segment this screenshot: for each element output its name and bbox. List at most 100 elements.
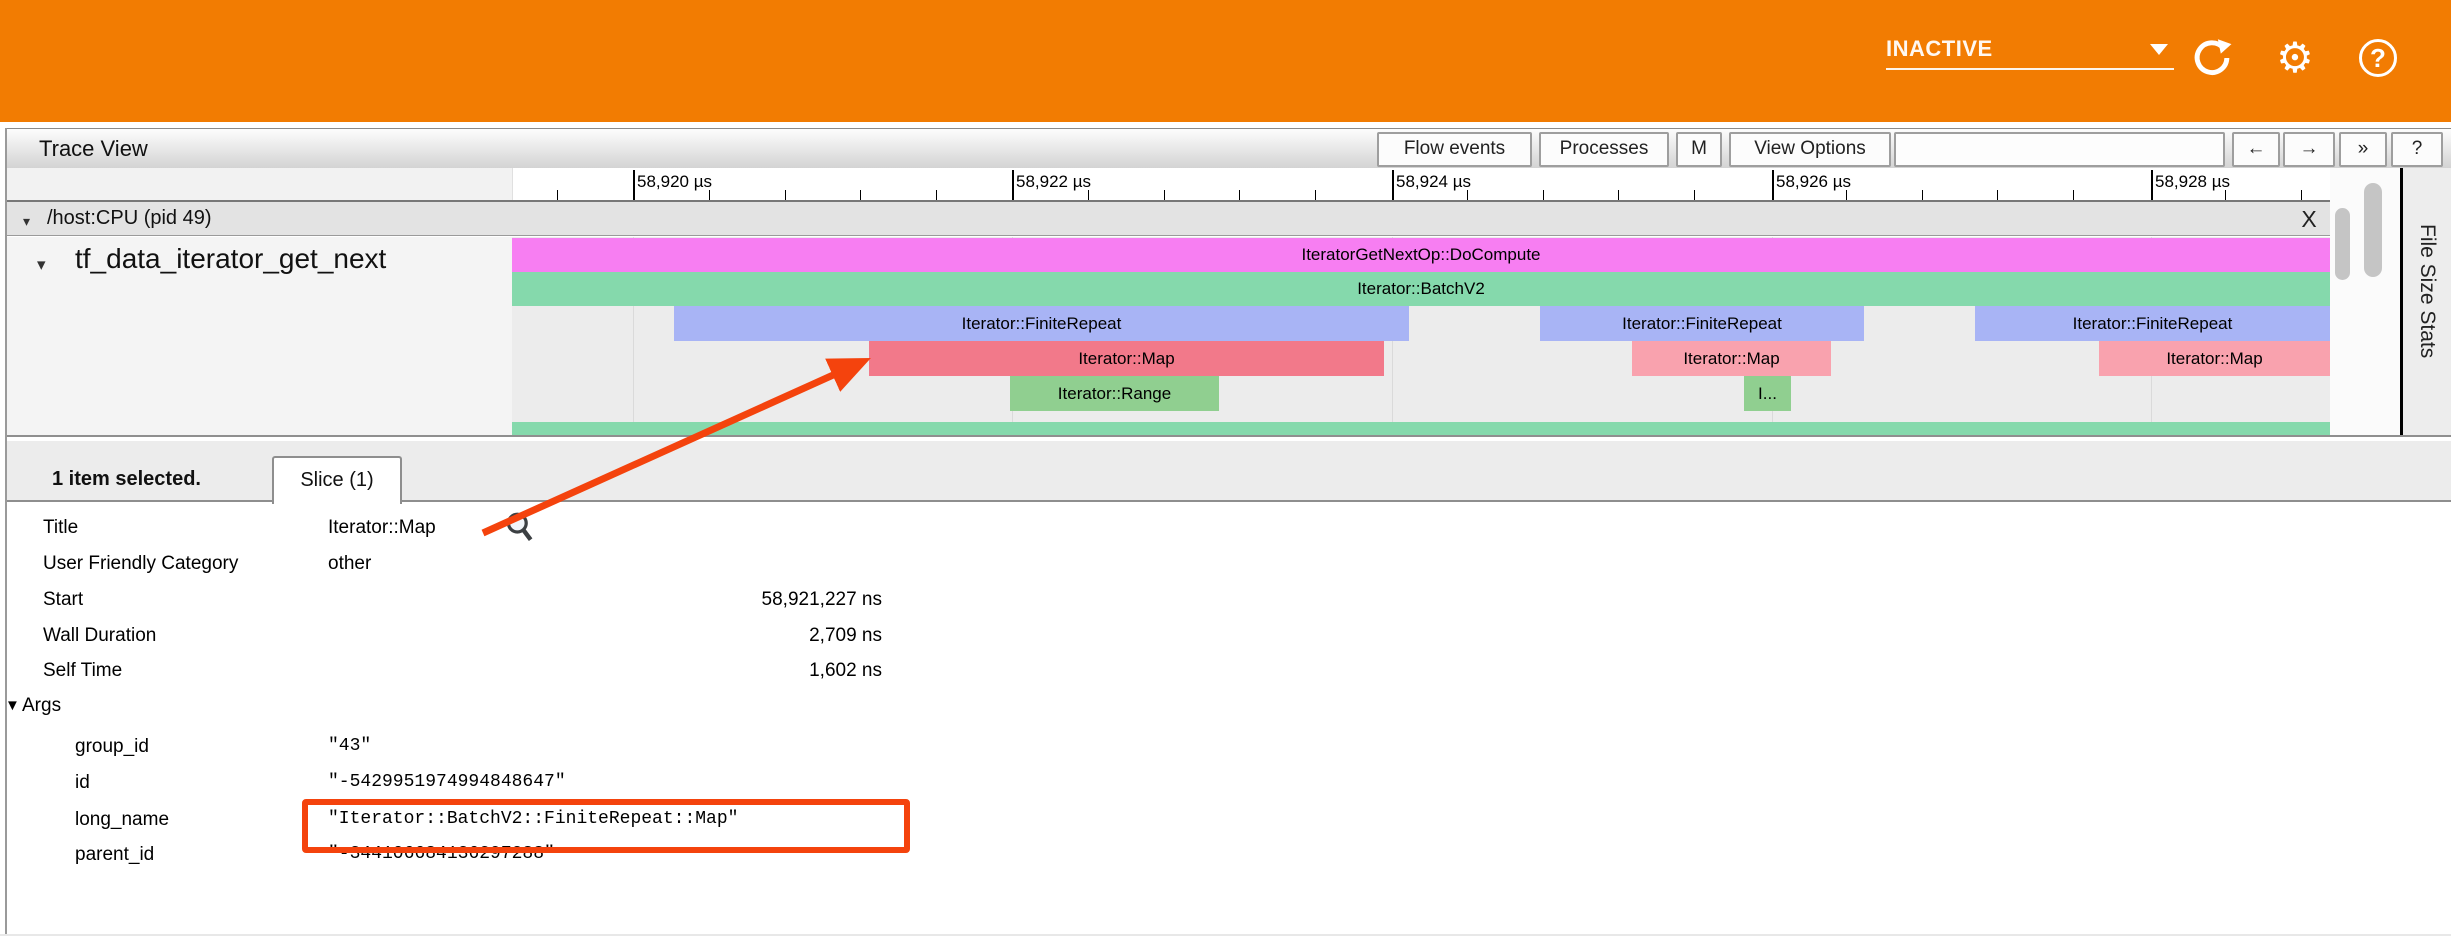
track-name: tf_data_iterator_get_next	[75, 243, 386, 275]
find-input[interactable]	[1894, 132, 2225, 167]
detail-row-group-id: group_id "43"	[0, 729, 2436, 765]
ruler-minor-tick	[1846, 190, 1847, 200]
ruler-minor-tick	[1694, 190, 1695, 200]
outer-scrollbar-thumb[interactable]	[2364, 183, 2382, 277]
detail-row-parent-id: parent_id "-344106684136297288"	[0, 837, 2436, 873]
trace-event-bar[interactable]: I...	[1744, 376, 1791, 411]
ruler-minor-tick	[709, 190, 710, 200]
ruler-minor-tick	[936, 190, 937, 200]
collapse-triangle-icon[interactable]: ▼	[5, 697, 20, 714]
trace-event-bar[interactable]: Iterator::BatchV2	[512, 272, 2330, 306]
status-dropdown[interactable]: INACTIVE	[1886, 30, 2174, 70]
detail-value: 58,921,227 ns	[328, 589, 882, 611]
trace-event-bar[interactable]	[512, 422, 2330, 435]
trace-event-bar[interactable]: Iterator::Map	[1632, 341, 1831, 376]
nav-button--[interactable]: ←	[2232, 132, 2280, 167]
detail-row-start: Start 58,921,227 ns	[0, 582, 2436, 618]
ruler-tick-label: 58,928 µs	[2155, 172, 2230, 192]
process-row-host-cpu[interactable]: ▾ /host:CPU (pid 49) X	[7, 200, 2330, 236]
detail-label: Self Time	[43, 660, 122, 682]
ruler-minor-tick	[1164, 190, 1165, 200]
trace-view-title: Trace View	[39, 136, 148, 162]
nav-button--[interactable]: »	[2339, 132, 2387, 167]
trace-event-bar[interactable]: IteratorGetNextOp::DoCompute	[512, 238, 2330, 272]
detail-value: "-344106684136297288"	[328, 844, 555, 864]
detail-label: Start	[43, 589, 83, 611]
detail-label: parent_id	[75, 844, 154, 866]
trace-event-bar[interactable]: Iterator::FiniteRepeat	[674, 306, 1409, 341]
ruler-tick-label: 58,920 µs	[637, 172, 712, 192]
ruler-minor-tick	[1997, 190, 1998, 200]
detail-label: User Friendly Category	[43, 553, 238, 575]
ruler-minor-tick	[2225, 190, 2226, 200]
detail-value: "43"	[328, 736, 371, 756]
detail-row-wall-duration: Wall Duration 2,709 ns	[0, 618, 2436, 654]
track-label-column[interactable]: ▾ tf_data_iterator_get_next	[7, 237, 512, 435]
trace-event-bar[interactable]: Iterator::FiniteRepeat	[1540, 306, 1864, 341]
file-size-stats-label: File Size Stats	[2415, 224, 2439, 358]
detail-label: id	[75, 772, 90, 794]
detail-value: "Iterator::BatchV2::FiniteRepeat::Map"	[328, 809, 738, 829]
ruler-tick-label: 58,922 µs	[1016, 172, 1091, 192]
toolbar-button-processes[interactable]: Processes	[1539, 132, 1669, 167]
ruler-minor-tick	[1922, 190, 1923, 200]
detail-label: group_id	[75, 736, 149, 758]
ruler-minor-tick	[557, 190, 558, 200]
file-size-stats-tab[interactable]: File Size Stats	[2400, 168, 2451, 435]
toolbar-button-flow-events[interactable]: Flow events	[1377, 132, 1532, 167]
ruler-left-gutter	[7, 168, 513, 200]
trace-view-toolbar: Trace View Flow eventsProcessesMView Opt…	[7, 128, 2451, 170]
ruler-major-tick	[633, 170, 635, 200]
ruler-minor-tick	[1467, 190, 1468, 200]
ruler-tick-label: 58,924 µs	[1396, 172, 1471, 192]
collapse-triangle-icon: ▾	[23, 213, 30, 230]
process-row-label: /host:CPU (pid 49)	[47, 207, 212, 230]
nav-button--[interactable]: →	[2283, 132, 2335, 167]
ruler-major-tick	[2151, 170, 2153, 200]
detail-label: Title	[43, 517, 78, 539]
nav-button--[interactable]: ?	[2391, 132, 2443, 167]
refresh-icon[interactable]	[2190, 36, 2234, 80]
ruler-minor-tick	[1618, 190, 1619, 200]
detail-value: other	[328, 553, 371, 575]
tab-slice[interactable]: Slice (1)	[272, 456, 402, 504]
panel-divider	[7, 435, 2451, 437]
settings-gear-icon[interactable]: ⚙	[2273, 36, 2317, 80]
toolbar-button-m[interactable]: M	[1676, 132, 1722, 167]
ruler-tick-label: 58,926 µs	[1776, 172, 1851, 192]
ruler-major-tick	[1392, 170, 1394, 200]
trace-event-bar[interactable]: Iterator::Map	[2099, 341, 2330, 376]
help-icon[interactable]: ?	[2356, 36, 2400, 80]
detail-value: 1,602 ns	[328, 660, 882, 682]
track-area: ▾ tf_data_iterator_get_next IteratorGetN…	[7, 237, 2330, 435]
magnifier-icon[interactable]	[505, 511, 535, 550]
ruler-major-tick	[1772, 170, 1774, 200]
close-process-button[interactable]: X	[2294, 204, 2324, 234]
detail-row-user-friendly-category: User Friendly Category other	[0, 546, 2436, 582]
scrollbar-gutter	[2330, 168, 2400, 435]
detail-value: Iterator::Map	[328, 517, 436, 539]
ruler-minor-tick	[2301, 190, 2302, 200]
ruler-minor-tick	[2073, 190, 2074, 200]
detail-label: long_name	[75, 809, 169, 831]
detail-row-args: ▼Args	[0, 688, 2436, 724]
trace-event-bar[interactable]: Iterator::FiniteRepeat	[1975, 306, 2330, 341]
toolbar-button-view-options[interactable]: View Options	[1729, 132, 1891, 167]
detail-row-self-time: Self Time 1,602 ns	[0, 653, 2436, 689]
detail-label: Wall Duration	[43, 625, 156, 647]
detail-row-long-name: long_name "Iterator::BatchV2::FiniteRepea…	[0, 802, 2436, 838]
trace-event-bar-selected[interactable]: Iterator::Map	[869, 341, 1384, 376]
trace-canvas: IteratorGetNextOp::DoComputeIterator::Ba…	[512, 237, 2330, 435]
detail-value: 2,709 ns	[328, 625, 882, 647]
timeline-ruler: 58,920 µs 58,922 µs 58,924 µs 58,926 µs 58,9…	[7, 168, 2400, 200]
detail-value: "-5429951974994848647"	[328, 772, 566, 792]
collapse-triangle-icon: ▾	[37, 255, 46, 275]
selection-status-text: 1 item selected.	[52, 468, 201, 491]
inner-scrollbar-thumb[interactable]	[2335, 208, 2350, 280]
app-header-bar: INACTIVE ⚙ ?	[0, 0, 2451, 122]
ruler-minor-tick	[1315, 190, 1316, 200]
trace-event-bar[interactable]: Iterator::Range	[1010, 376, 1219, 411]
detail-row-id: id "-5429951974994848647"	[0, 765, 2436, 801]
ruler-minor-tick	[1239, 190, 1240, 200]
ruler-minor-tick	[785, 190, 786, 200]
